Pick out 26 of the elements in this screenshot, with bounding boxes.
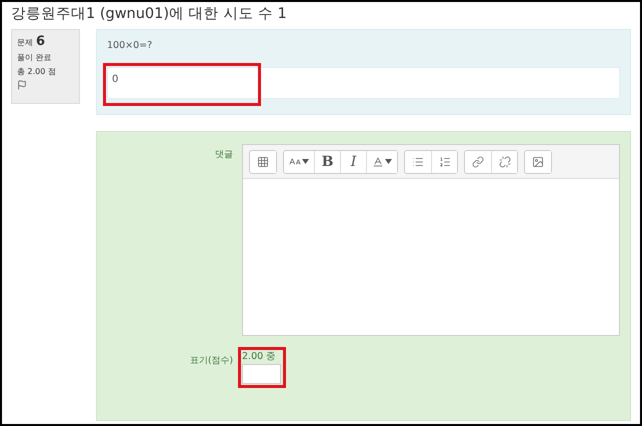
broken-link-icon	[498, 156, 510, 168]
image-icon	[532, 156, 544, 168]
link-icon	[472, 156, 484, 168]
score-text: 총 2.00 점	[17, 66, 57, 77]
status-text: 풀이 완료	[17, 52, 53, 63]
caret-icon	[302, 159, 309, 164]
unlink-button[interactable]	[491, 150, 517, 172]
numbered-list-button[interactable]	[431, 150, 457, 172]
out-of-text: 2.00 중	[242, 350, 278, 363]
mark-field[interactable]	[242, 364, 281, 384]
font-size-icon	[289, 156, 301, 168]
flag-icon[interactable]	[17, 80, 27, 90]
question-number: 6	[36, 34, 46, 49]
page-title: 강릉원주대1 (gwnu01)에 대한 시도 수 1	[11, 6, 288, 22]
answer-field[interactable]: 0	[107, 67, 620, 99]
numbered-list-icon	[438, 156, 450, 168]
comment-label: 댓글	[214, 149, 233, 162]
caret-icon	[385, 159, 392, 164]
comment-editor[interactable]: B I	[242, 144, 620, 336]
font-color-button[interactable]	[366, 150, 397, 172]
mark-label: 표기(점수)	[188, 355, 233, 368]
question-text: 100×0=?	[107, 40, 154, 51]
highlight-frame	[238, 347, 286, 388]
question-label: 문제	[17, 37, 33, 48]
font-color-icon	[372, 156, 384, 168]
grid-icon	[257, 156, 269, 168]
